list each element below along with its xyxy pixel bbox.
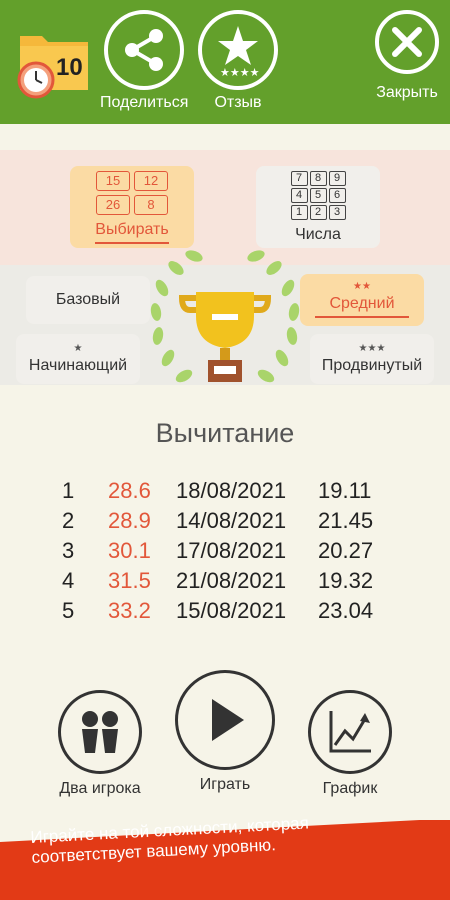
- trophy-icon: [150, 250, 300, 383]
- time-cell: 20.27: [318, 538, 374, 563]
- time-cell: 19.32: [318, 568, 374, 593]
- two-players-button[interactable]: Два игрока: [50, 690, 150, 798]
- rank-cell: 1: [62, 478, 75, 503]
- table-row: 3 30.1 17/08/2021 20.27: [62, 536, 388, 566]
- date-cell: 21/08/2021: [176, 568, 287, 593]
- score-cell: 33.2: [108, 598, 151, 623]
- rank-cell: 4: [62, 568, 75, 593]
- share-label: Поделиться: [100, 94, 189, 111]
- rank-cell: 3: [62, 538, 75, 563]
- score-cell: 31.5: [108, 568, 151, 593]
- table-row: 1 28.6 18/08/2021 19.11: [62, 476, 388, 506]
- keypad-key: 4: [290, 187, 308, 203]
- table-row: 4 31.5 21/08/2021 19.32: [62, 566, 388, 596]
- review-label: Отзыв: [214, 94, 262, 111]
- keypad-key: 6: [328, 187, 346, 203]
- keypad-key: 8: [309, 170, 327, 186]
- rank-cell: 2: [62, 508, 75, 533]
- play-icon: [212, 699, 244, 741]
- level-medium-button[interactable]: ★★ Средний: [300, 274, 424, 326]
- mode-numbers-card[interactable]: 7 8 9 4 5 6 1 2 3 Числа: [256, 166, 380, 248]
- time-cell: 23.04: [318, 598, 374, 623]
- close-button[interactable]: Закрыть: [375, 10, 439, 102]
- medium-stars-icon: ★★: [353, 281, 371, 292]
- mode-numbers-label: Числа: [295, 225, 341, 243]
- score-cell: 28.9: [108, 508, 151, 533]
- choose-num: 12: [134, 170, 168, 191]
- rank-cell: 5: [62, 598, 75, 623]
- choose-num: 8: [134, 194, 168, 215]
- keypad-key: 9: [328, 170, 346, 186]
- score-cell: 30.1: [108, 538, 151, 563]
- level-beginner-button[interactable]: ★ Начинающий: [16, 334, 140, 384]
- level-basic-button[interactable]: Базовый: [26, 276, 150, 324]
- time-cell: 19.11: [318, 478, 372, 503]
- keypad-key: 1: [290, 204, 308, 220]
- star-rating-icon: ★★★★: [218, 26, 260, 78]
- mode-choose-label: Выбирать: [95, 221, 169, 244]
- choose-numbers-icon: 15 12 26 8: [96, 170, 168, 215]
- level-advanced-label: Продвинутый: [321, 356, 423, 374]
- chart-icon: [329, 711, 371, 753]
- advanced-stars-icon: ★★★: [358, 342, 386, 354]
- choose-num: 26: [96, 194, 130, 215]
- keypad-key: 2: [309, 204, 327, 220]
- keypad-icon: 7 8 9 4 5 6 1 2 3: [290, 170, 346, 220]
- time-cell: 21.45: [318, 508, 374, 533]
- date-cell: 15/08/2021: [176, 598, 287, 623]
- choose-num: 15: [96, 170, 130, 191]
- share-button[interactable]: Поделиться: [100, 10, 188, 112]
- level-beginner-label: Начинающий: [28, 356, 128, 374]
- keypad-key: 5: [309, 187, 327, 203]
- play-button[interactable]: Играть: [175, 670, 275, 794]
- two-players-icon: [82, 711, 118, 753]
- date-cell: 17/08/2021: [176, 538, 287, 563]
- play-label: Играть: [199, 776, 251, 793]
- date-cell: 14/08/2021: [176, 508, 287, 533]
- level-advanced-button[interactable]: ★★★ Продвинутый: [310, 334, 434, 384]
- folder-clock-icon[interactable]: 10: [14, 24, 94, 104]
- keypad-key: 3: [328, 204, 346, 220]
- two-players-label: Два игрока: [59, 780, 141, 797]
- keypad-key: 7: [290, 170, 308, 186]
- page-title: Вычитание: [155, 418, 295, 448]
- chart-label: График: [322, 780, 378, 797]
- table-row: 5 33.2 15/08/2021 23.04: [62, 596, 388, 626]
- close-icon: [392, 27, 422, 57]
- chart-button[interactable]: График: [300, 690, 400, 798]
- level-basic-label: Базовый: [55, 291, 121, 308]
- mode-choose-card[interactable]: 15 12 26 8 Выбирать: [70, 166, 194, 248]
- folder-count: 10: [56, 54, 83, 81]
- svg-text:★★★★: ★★★★: [220, 67, 260, 78]
- beginner-stars-icon: ★: [73, 342, 83, 354]
- close-label: Закрыть: [376, 84, 438, 101]
- review-button[interactable]: ★★★★ Отзыв: [198, 10, 278, 112]
- table-row: 2 28.9 14/08/2021 21.45: [62, 506, 388, 536]
- results-table: 1 28.6 18/08/2021 19.11 2 28.9 14/08/202…: [62, 476, 388, 626]
- share-icon: [125, 29, 164, 71]
- score-cell: 28.6: [108, 478, 151, 503]
- date-cell: 18/08/2021: [176, 478, 287, 503]
- level-medium-label: Средний: [315, 295, 409, 318]
- header-bar: 10 Поделиться ★★★★ Отзыв Закрыть: [0, 0, 450, 124]
